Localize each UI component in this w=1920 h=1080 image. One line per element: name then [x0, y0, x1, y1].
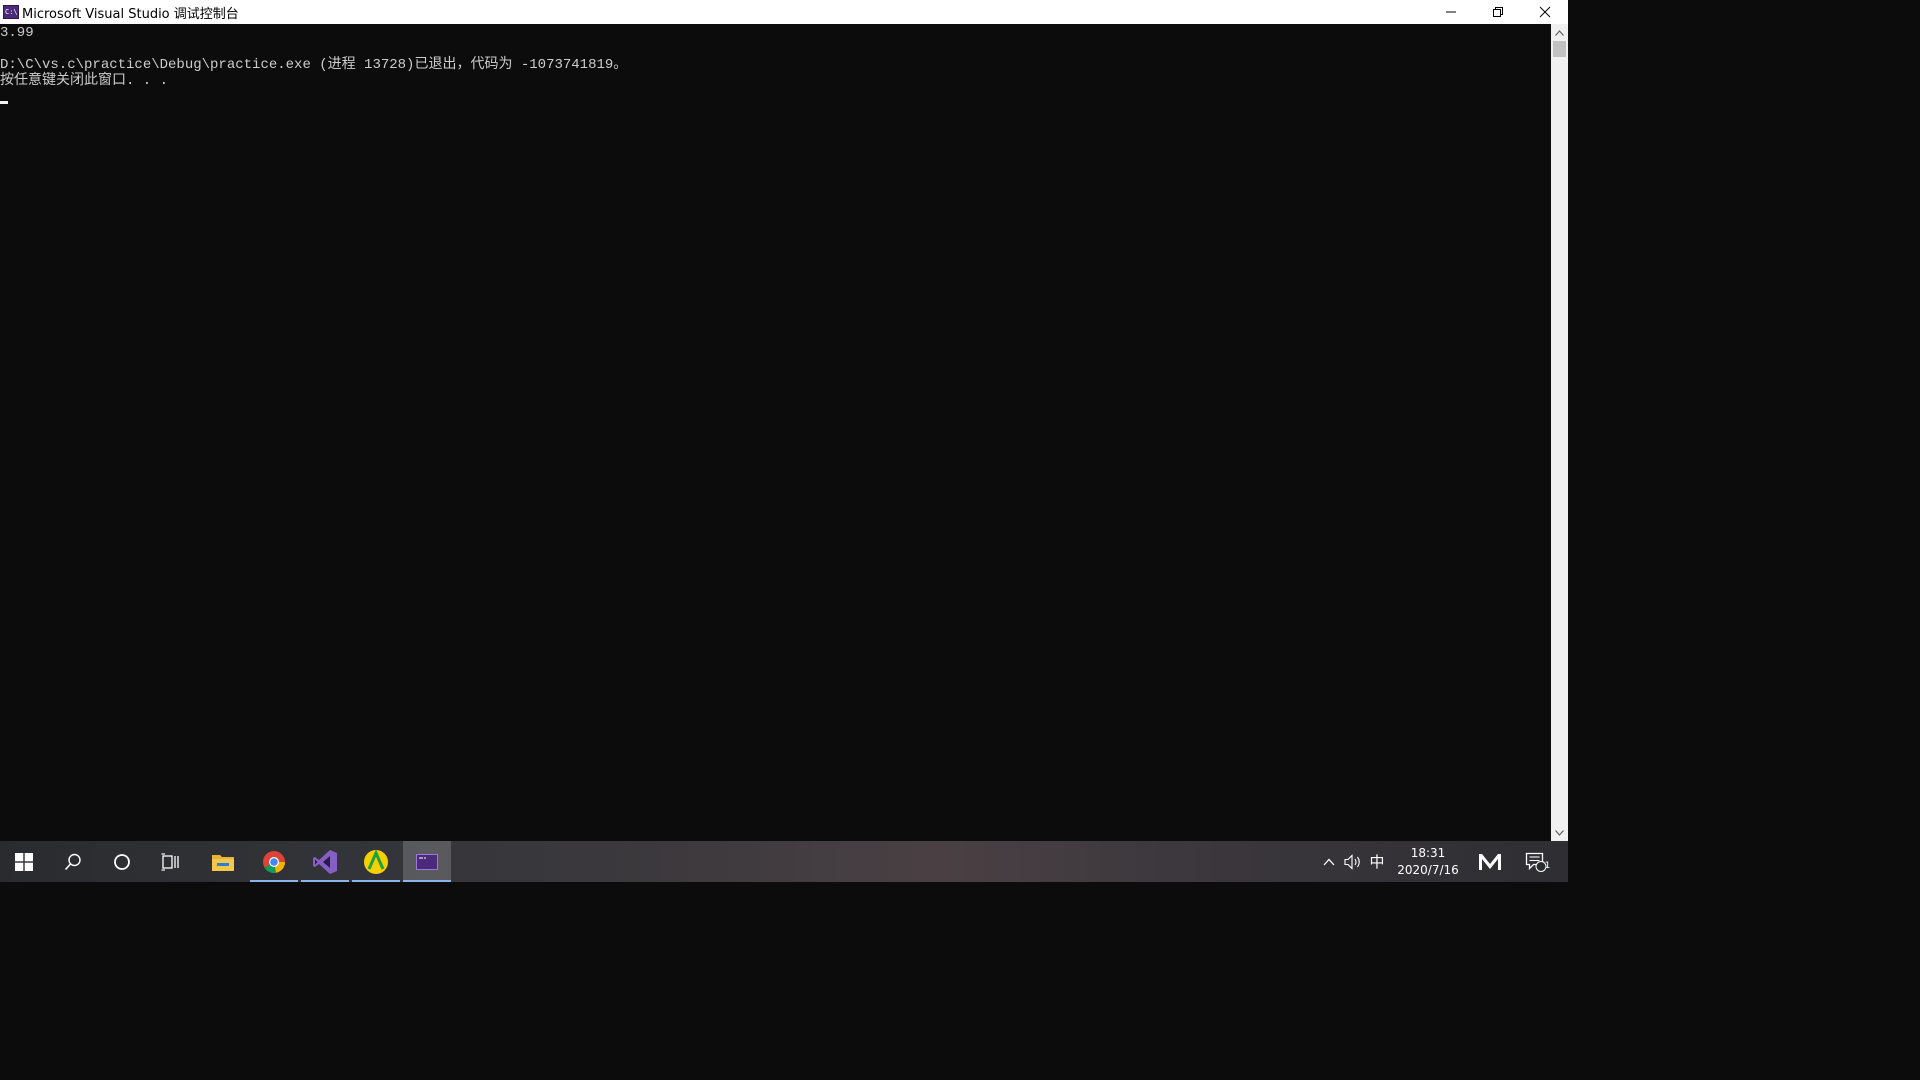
running-indicator — [352, 880, 400, 882]
task-view-icon — [161, 852, 179, 871]
chevron-up-icon — [1323, 858, 1335, 865]
taskbar: 中 18:31 2020/7/16 1 — [0, 841, 1568, 882]
taskbar-visual-studio[interactable] — [301, 841, 349, 882]
close-icon — [1539, 6, 1550, 18]
cortana-circle-icon — [113, 853, 130, 870]
running-indicator — [250, 880, 298, 882]
minimize-icon — [1445, 11, 1456, 13]
visual-studio-icon — [313, 849, 337, 874]
chrome-icon — [263, 850, 285, 873]
windows-logo-icon — [15, 852, 33, 871]
console-line: 按任意键关闭此窗口. . . — [0, 73, 169, 89]
folder-icon — [212, 854, 234, 871]
chevron-down-icon — [1555, 829, 1564, 836]
clock-time: 18:31 — [1410, 845, 1446, 860]
notification-count: 1 — [1544, 861, 1551, 871]
console-output[interactable]: 3.99 D:\C\vs.c\practice\Debug\practice.e… — [0, 24, 1551, 841]
console-app-icon — [416, 853, 438, 870]
text-cursor — [0, 101, 8, 104]
close-button[interactable] — [1521, 0, 1568, 24]
taskbar-console[interactable] — [403, 841, 451, 882]
console-line: D:\C\vs.c\practice\Debug\practice.exe (进… — [0, 57, 628, 73]
action-center-button[interactable]: 1 — [1516, 841, 1556, 882]
volume-button[interactable] — [1341, 841, 1365, 882]
minimize-button[interactable] — [1427, 0, 1474, 24]
task-view-button[interactable] — [146, 841, 196, 882]
taskbar-chrome[interactable] — [250, 841, 298, 882]
window-controls — [1427, 0, 1568, 24]
tray-app-button[interactable] — [1470, 841, 1510, 882]
scroll-thumb[interactable] — [1553, 41, 1566, 57]
title-bar[interactable]: Microsoft Visual Studio 调试控制台 — [0, 0, 1568, 24]
taskbar-file-explorer[interactable] — [198, 841, 248, 882]
console-app-icon[interactable] — [3, 5, 19, 19]
speaker-icon — [1344, 853, 1360, 870]
m-logo-icon — [1479, 853, 1501, 870]
console-line: 3.99 — [0, 25, 34, 41]
show-hidden-icons-button[interactable] — [1318, 841, 1340, 882]
vertical-scrollbar[interactable] — [1551, 24, 1568, 841]
running-indicator — [403, 880, 451, 882]
clock-button[interactable]: 18:31 2020/7/16 — [1392, 841, 1464, 882]
console-window: Microsoft Visual Studio 调试控制台 3.99 D:\C\… — [0, 0, 1568, 841]
restore-button[interactable] — [1474, 0, 1521, 24]
start-button[interactable] — [0, 841, 48, 882]
clock-date: 2020/7/16 — [1397, 862, 1459, 877]
search-button[interactable] — [48, 841, 97, 882]
window-title: Microsoft Visual Studio 调试控制台 — [22, 6, 239, 22]
input-method-button[interactable]: 中 — [1366, 841, 1388, 882]
running-indicator — [301, 880, 349, 882]
cortana-button[interactable] — [97, 841, 146, 882]
taskbar-green-app[interactable] — [352, 841, 400, 882]
restore-icon — [1492, 7, 1503, 17]
chevron-up-icon — [1555, 29, 1564, 36]
scroll-up-button[interactable] — [1551, 24, 1568, 41]
search-icon — [64, 853, 81, 870]
green-yellow-app-icon — [364, 848, 388, 874]
ime-indicator: 中 — [1369, 853, 1385, 871]
scroll-down-button[interactable] — [1551, 824, 1568, 841]
